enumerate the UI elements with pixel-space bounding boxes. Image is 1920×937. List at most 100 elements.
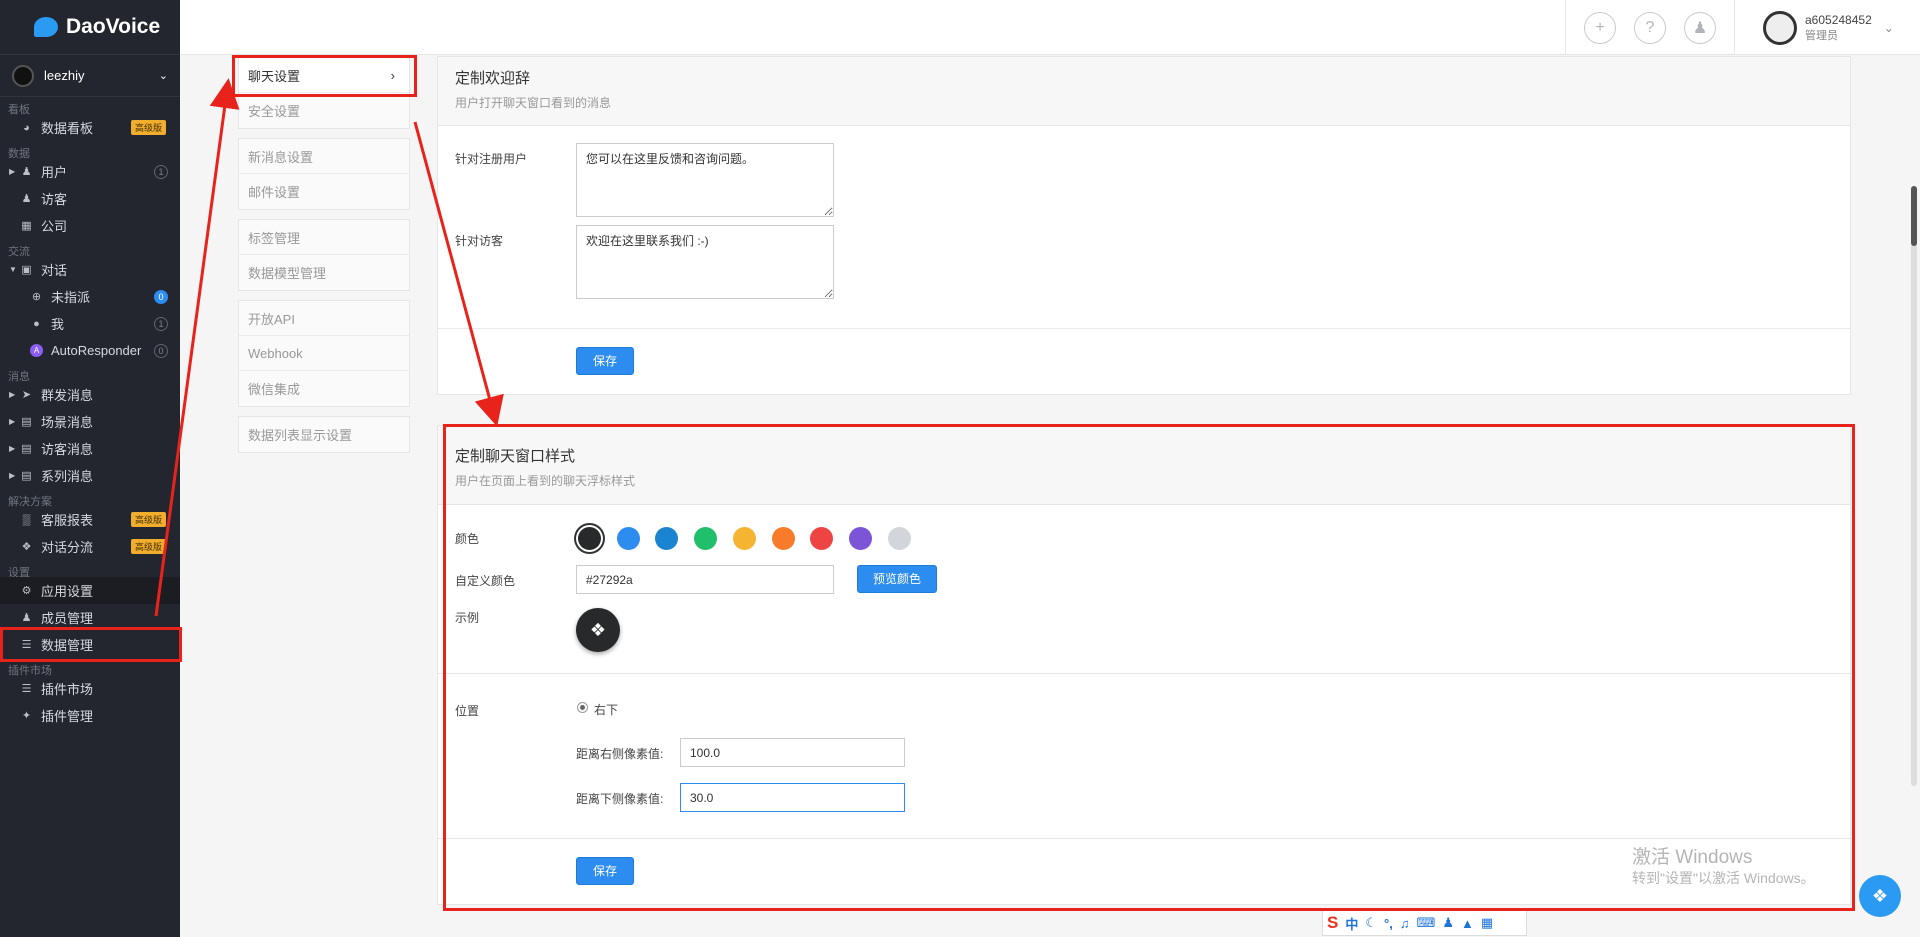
sidebar-item-label: 用户 [41, 165, 68, 180]
caret-right-icon: ▶ [9, 417, 16, 426]
settings-menu-api[interactable]: 开放API [239, 301, 409, 336]
top-bar: + ? ♟ a605248452 管理员 ⌄ [180, 0, 1920, 55]
users-icon: ♟ [21, 166, 32, 178]
sidebar-item-dashboard[interactable]: ◕ 数据看板 高级版 [0, 114, 180, 141]
puzzle-icon: ✦ [21, 710, 32, 722]
menu-label: Webhook [248, 345, 303, 361]
highlight-box-chat-style [443, 424, 1855, 911]
chat-launcher-button[interactable]: ❖ [1859, 875, 1901, 917]
sidebar-item-routing[interactable]: ❖ 对话分流 高级版 [0, 533, 180, 560]
sidebar-item-label: AutoResponder [51, 343, 142, 358]
save-welcome-button[interactable]: 保存 [576, 347, 635, 375]
plus-icon[interactable]: + [1584, 11, 1616, 44]
avatar-icon: ● [33, 317, 40, 330]
brand-logo[interactable]: DaoVoice [0, 0, 180, 55]
sidebar-item-label: 对话分流 [41, 540, 94, 555]
visitor-msg-icon: ▤ [21, 443, 32, 455]
caret-right-icon: ▶ [9, 471, 16, 480]
settings-menu-data-model[interactable]: 数据模型管理 [239, 255, 409, 290]
settings-menu: 聊天设置 › 安全设置 新消息设置 邮件设置 标签管理 数据模型管理 开放API… [238, 57, 410, 462]
punctuation-icon: °, [1384, 915, 1393, 931]
moon-icon: ☾ [1365, 915, 1378, 930]
sidebar-item-conversations[interactable]: ▼ ▣ 对话 [0, 256, 180, 283]
scene-icon: ▤ [21, 416, 32, 428]
sidebar-item-label: 插件市场 [41, 682, 94, 697]
visitor-icon: ♟ [21, 193, 32, 205]
user-name: leezhiy [44, 68, 85, 83]
settings-menu-webhook[interactable]: Webhook [239, 336, 409, 371]
divider [438, 328, 1850, 329]
settings-menu-tags[interactable]: 标签管理 [239, 220, 409, 255]
message-icon: ▣ [21, 264, 32, 276]
user-switcher[interactable]: leezhiy ⌄ [0, 55, 180, 97]
sidebar-item-plugin-market[interactable]: ☰ 插件市场 [0, 675, 180, 702]
sidebar: DaoVoice leezhiy ⌄ 看板 ◕ 数据看板 高级版 数据 ▶ ♟ … [0, 0, 180, 937]
avatar [12, 64, 34, 87]
skin-icon: ▲ [1461, 915, 1474, 931]
panel-title: 定制欢迎辞 [455, 70, 531, 87]
count-badge: 0 [154, 343, 168, 358]
sidebar-item-visitor-msg[interactable]: ▶ ▤ 访客消息 [0, 435, 180, 462]
building-icon: ▦ [21, 220, 32, 232]
settings-menu-security[interactable]: 安全设置 [239, 93, 409, 128]
sidebar-item-plugin-mgmt[interactable]: ✦ 插件管理 [0, 702, 180, 729]
count-badge: 1 [154, 164, 168, 179]
avatar [1763, 10, 1797, 45]
help-icon[interactable]: ? [1634, 11, 1666, 44]
top-bar-actions: + ? ♟ [1565, 0, 1735, 55]
section-label: 看板 [8, 104, 30, 116]
sidebar-item-label: 访客 [41, 192, 68, 207]
section-label: 消息 [8, 371, 30, 383]
menu-label: 微信集成 [248, 382, 301, 397]
user-icon: ♟ [1442, 915, 1454, 930]
section-label: 设置 [8, 567, 30, 579]
account-name: a605248452 [1805, 12, 1872, 27]
chat-bubble-icon: ❖ [1871, 885, 1889, 906]
sidebar-item-label: 群发消息 [41, 388, 94, 403]
user-settings-icon[interactable]: ♟ [1684, 11, 1716, 44]
sidebar-item-series[interactable]: ▶ ▤ 系列消息 [0, 462, 180, 489]
sidebar-item-label: 公司 [41, 219, 68, 234]
registered-user-message-field[interactable]: 您可以在这里反馈和咨询问题。 [576, 143, 834, 217]
section-label: 交流 [8, 246, 30, 258]
registered-user-label: 针对注册用户 [455, 152, 528, 166]
sidebar-item-app-settings[interactable]: ⚙ 应用设置 [0, 577, 180, 604]
sidebar-item-visitors[interactable]: ♟ 访客 [0, 185, 180, 212]
grid-icon: ▦ [1480, 915, 1494, 930]
gear-icon: ⚙ [21, 585, 32, 597]
sidebar-item-service-report[interactable]: ▒ 客服报表 高级版 [0, 506, 180, 533]
account-menu[interactable]: a605248452 管理员 ⌄ [1735, 0, 1920, 55]
section-label: 数据 [8, 148, 30, 160]
ime-mode: 中 [1345, 916, 1359, 932]
sidebar-item-label: 成员管理 [41, 611, 94, 626]
caret-right-icon: ▶ [9, 167, 16, 176]
routing-icon: ❖ [21, 541, 32, 553]
sidebar-item-company[interactable]: ▦ 公司 [0, 212, 180, 239]
visitor-message-field[interactable]: 欢迎在这里联系我们 :-) [576, 225, 834, 299]
highlight-box-chat-settings [232, 55, 417, 97]
menu-label: 邮件设置 [248, 185, 301, 200]
settings-menu-new-msg[interactable]: 新消息设置 [239, 139, 409, 174]
menu-label: 数据模型管理 [248, 266, 327, 281]
list-icon: ☰ [21, 683, 32, 695]
sidebar-item-unassigned[interactable]: ⊕ 未指派 0 [0, 283, 180, 310]
menu-label: 新消息设置 [248, 149, 314, 165]
sidebar-item-label: 应用设置 [41, 584, 94, 599]
settings-menu-mail[interactable]: 邮件设置 [239, 174, 409, 209]
sidebar-item-users[interactable]: ▶ ♟ 用户 1 [0, 158, 180, 185]
chevron-down-icon: ⌄ [158, 70, 168, 82]
ime-toolbar[interactable]: S 中 ☾ °, ♫ ⌨ ♟ ▲ ▦ [1322, 910, 1527, 936]
premium-badge: 高级版 [130, 120, 166, 135]
settings-menu-wechat[interactable]: 微信集成 [239, 371, 409, 406]
menu-label: 安全设置 [248, 104, 301, 119]
sidebar-item-autoresponder[interactable]: A AutoResponder 0 [0, 337, 180, 364]
section-label: 解决方案 [8, 496, 52, 508]
scrollbar[interactable] [1911, 186, 1917, 786]
sidebar-item-scene[interactable]: ▶ ▤ 场景消息 [0, 408, 180, 435]
settings-menu-list-display[interactable]: 数据列表显示设置 [239, 417, 409, 452]
account-role: 管理员 [1805, 29, 1838, 42]
sidebar-item-broadcast[interactable]: ▶ ➤ 群发消息 [0, 381, 180, 408]
caret-right-icon: ▶ [9, 390, 16, 399]
sidebar-item-me[interactable]: ● 我 1 [0, 310, 180, 337]
chat-bubble-icon [34, 17, 58, 37]
